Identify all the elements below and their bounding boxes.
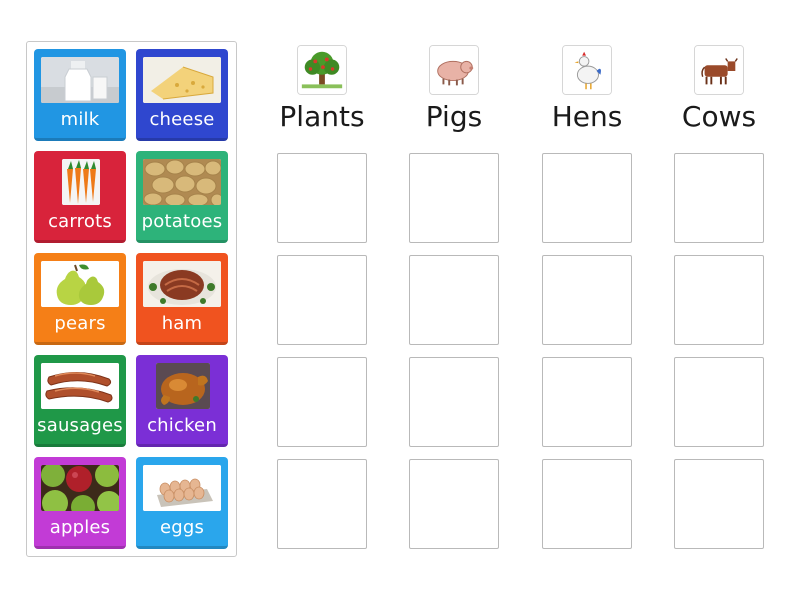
column-header-plants: Plants <box>272 45 372 135</box>
drop-slot-hens-1[interactable] <box>542 153 632 243</box>
drop-slot-pigs-2[interactable] <box>409 255 499 345</box>
eggs-image <box>143 465 221 511</box>
drop-slot-plants-3[interactable] <box>277 357 367 447</box>
hen-icon <box>562 45 612 95</box>
card-label: apples <box>49 517 111 538</box>
drop-slot-hens-3[interactable] <box>542 357 632 447</box>
cow-icon <box>694 45 744 95</box>
drop-slot-plants-1[interactable] <box>277 153 367 243</box>
card-label: chicken <box>147 415 217 436</box>
drop-slot-cows-4[interactable] <box>674 459 764 549</box>
column-header-pigs: Pigs <box>404 45 504 135</box>
pig-icon <box>429 45 479 95</box>
card-eggs[interactable]: eggs <box>136 457 228 549</box>
drop-slot-hens-2[interactable] <box>542 255 632 345</box>
drop-slot-cows-1[interactable] <box>674 153 764 243</box>
drop-slot-plants-4[interactable] <box>277 459 367 549</box>
tree-icon <box>297 45 347 95</box>
drop-slot-pigs-4[interactable] <box>409 459 499 549</box>
sausages-image <box>41 363 119 409</box>
drop-slot-cows-2[interactable] <box>674 255 764 345</box>
column-title: Pigs <box>425 100 483 133</box>
ham-image <box>143 261 221 307</box>
card-carrots[interactable]: carrots <box>34 151 126 243</box>
apples-image <box>41 465 119 511</box>
card-sausages[interactable]: sausages <box>34 355 126 447</box>
potatoes-image <box>143 159 221 205</box>
column-header-hens: Hens <box>537 45 637 135</box>
card-potatoes[interactable]: potatoes <box>136 151 228 243</box>
pears-image <box>41 261 119 307</box>
card-label: carrots <box>48 211 112 232</box>
card-label: sausages <box>37 415 123 436</box>
drop-slot-pigs-3[interactable] <box>409 357 499 447</box>
carrots-image <box>62 159 100 205</box>
column-title: Cows <box>681 100 757 133</box>
card-label: pears <box>54 313 106 334</box>
card-label: cheese <box>149 109 215 130</box>
card-cheese[interactable]: cheese <box>136 49 228 141</box>
card-ham[interactable]: ham <box>136 253 228 345</box>
column-title: Hens <box>551 100 623 133</box>
card-apples[interactable]: apples <box>34 457 126 549</box>
card-pears[interactable]: pears <box>34 253 126 345</box>
card-label: milk <box>60 109 100 130</box>
card-chicken[interactable]: chicken <box>136 355 228 447</box>
roast-chicken-image <box>156 363 210 409</box>
drop-slot-cows-3[interactable] <box>674 357 764 447</box>
card-label: eggs <box>159 517 205 538</box>
card-label: potatoes <box>141 211 223 232</box>
drop-slot-hens-4[interactable] <box>542 459 632 549</box>
cheese-image <box>143 57 221 103</box>
milk-bottle-image <box>41 57 119 103</box>
card-milk[interactable]: milk <box>34 49 126 141</box>
card-label: ham <box>161 313 203 334</box>
drop-slot-pigs-1[interactable] <box>409 153 499 243</box>
column-title: Plants <box>279 100 365 133</box>
drop-slot-plants-2[interactable] <box>277 255 367 345</box>
column-header-cows: Cows <box>669 45 769 135</box>
